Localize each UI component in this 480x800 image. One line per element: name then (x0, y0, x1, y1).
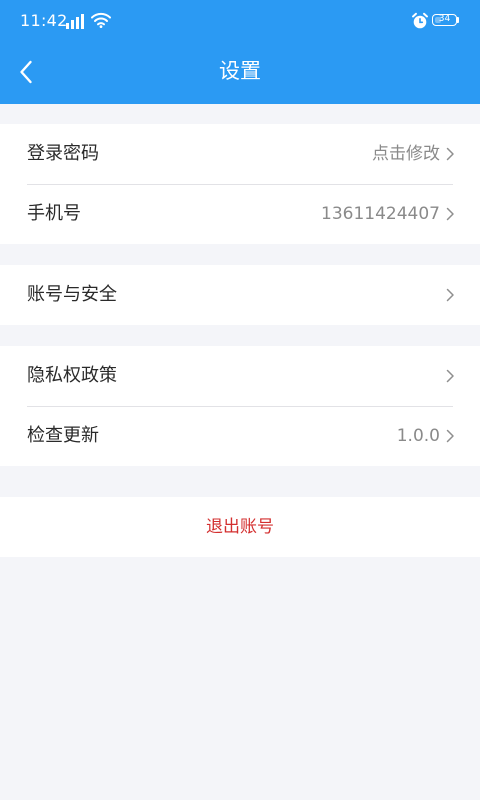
row-privacy-policy[interactable]: 隐私权政策 (0, 346, 480, 406)
chevron-right-icon (446, 429, 454, 443)
page-title: 设置 (219, 59, 261, 83)
row-value: 1.0.0 (396, 426, 440, 446)
row-check-update[interactable]: 检查更新 1.0.0 (0, 406, 480, 466)
row-label: 隐私权政策 (27, 365, 117, 386)
chevron-right-icon (446, 288, 454, 302)
row-label: 登录密码 (27, 143, 99, 164)
status-time: 11:42 (20, 11, 68, 30)
settings-group-security: 账号与安全 (0, 265, 480, 325)
battery-icon: 34 (432, 14, 457, 26)
alarm-icon (412, 12, 428, 29)
status-bar: 11:42 34 (0, 0, 480, 40)
row-phone-number[interactable]: 手机号 13611424407 (0, 184, 480, 244)
signal-icon (66, 14, 84, 29)
header: 11:42 34 设置 (0, 0, 480, 104)
row-login-password[interactable]: 登录密码 点击修改 (0, 124, 480, 184)
logout-button[interactable]: 退出账号 (0, 497, 480, 557)
wifi-icon (91, 12, 111, 28)
logout-label: 退出账号 (206, 517, 274, 537)
battery-level: 34 (438, 14, 451, 24)
settings-group-about: 隐私权政策 检查更新 1.0.0 (0, 346, 480, 466)
nav-bar: 设置 (0, 40, 480, 104)
battery-cap (457, 17, 459, 23)
row-label: 检查更新 (27, 425, 99, 446)
settings-group-account: 登录密码 点击修改 手机号 13611424407 (0, 124, 480, 244)
chevron-right-icon (446, 369, 454, 383)
row-value: 点击修改 (372, 144, 440, 164)
row-account-security[interactable]: 账号与安全 (0, 265, 480, 325)
row-label: 账号与安全 (27, 284, 117, 305)
row-value: 13611424407 (321, 204, 440, 224)
chevron-right-icon (446, 207, 454, 221)
chevron-right-icon (446, 147, 454, 161)
row-label: 手机号 (27, 203, 81, 224)
